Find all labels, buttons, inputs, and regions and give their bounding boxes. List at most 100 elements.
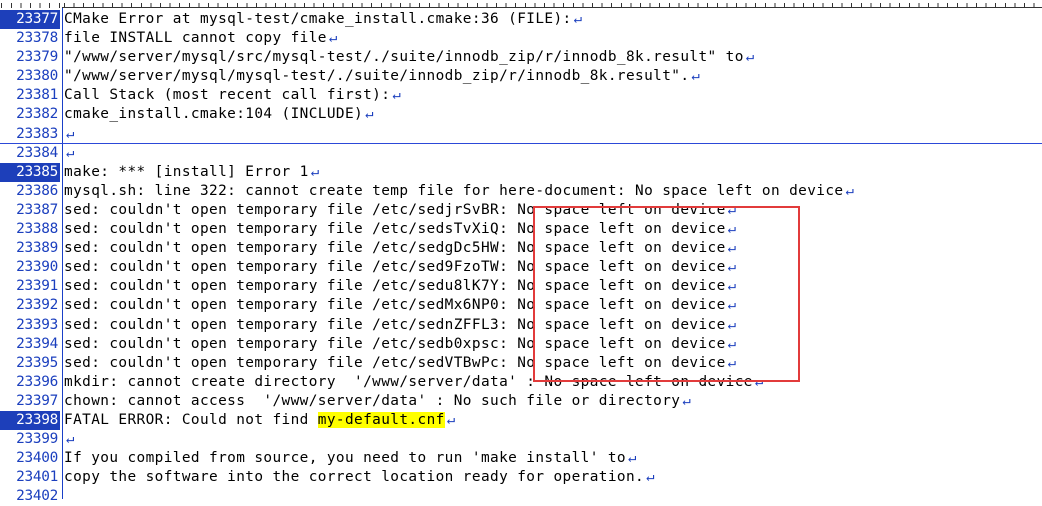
editor-line[interactable]: 23398 FATAL ERROR: Could not find my-defa… xyxy=(0,410,1042,431)
line-text: "/www/server/mysql/mysql-test/./suite/in… xyxy=(64,67,700,86)
editor-line[interactable]: 23384 ↵ xyxy=(0,144,1042,163)
newline-icon: ↵ xyxy=(727,259,737,276)
newline-icon: ↵ xyxy=(727,354,737,371)
newline-icon: ↵ xyxy=(66,431,75,448)
line-number: 23378 xyxy=(16,30,58,47)
line-text-content: sed: couldn't open temporary file /etc/s… xyxy=(64,240,726,257)
line-text-content: make: *** [install] Error 1 xyxy=(64,163,309,180)
line-text-content: sed: couldn't open temporary file /etc/s… xyxy=(64,201,726,218)
line-text-content: FATAL ERROR: Could not find xyxy=(64,411,318,428)
line-number: 23383 xyxy=(16,125,58,142)
text-editor[interactable]: 23377 CMake Error at mysql-test/cmake_ins… xyxy=(0,10,1042,506)
editor-line[interactable]: 23393 sed: couldn't open temporary file /… xyxy=(0,316,1042,335)
newline-icon: ↵ xyxy=(727,240,737,257)
line-number: 23395 xyxy=(16,354,58,371)
newline-icon: ↵ xyxy=(727,297,737,314)
editor-line[interactable]: 23379 "/www/server/mysql/src/mysql-test/.… xyxy=(0,48,1042,67)
line-number: 23397 xyxy=(16,392,58,409)
editor-line[interactable]: 23401 copy the software into the correct … xyxy=(0,468,1042,487)
editor-line[interactable]: 23377 CMake Error at mysql-test/cmake_ins… xyxy=(0,10,1042,30)
line-number: 23389 xyxy=(16,240,58,257)
line-text: sed: couldn't open temporary file /etc/s… xyxy=(64,296,737,315)
newline-icon: ↵ xyxy=(66,125,75,142)
editor-line[interactable]: 23391 sed: couldn't open temporary file /… xyxy=(0,277,1042,296)
line-number: 23399 xyxy=(16,431,58,448)
line-text: sed: couldn't open temporary file /etc/s… xyxy=(64,201,737,220)
newline-icon: ↵ xyxy=(328,30,338,47)
newline-icon: ↵ xyxy=(573,11,583,27)
line-text: ↵ xyxy=(64,144,75,163)
line-text: "/www/server/mysql/src/mysql-test/./suit… xyxy=(64,48,755,67)
line-number: 23392 xyxy=(16,297,58,314)
newline-icon: ↵ xyxy=(727,316,737,333)
editor-line[interactable]: 23380 "/www/server/mysql/mysql-test/./sui… xyxy=(0,67,1042,86)
newline-icon: ↵ xyxy=(682,392,692,409)
line-text: sed: couldn't open temporary file /etc/s… xyxy=(64,335,737,354)
column-ruler xyxy=(0,0,1042,8)
editor-line[interactable]: 23383 ↵ xyxy=(0,125,1042,144)
line-number: 23402 xyxy=(16,488,58,505)
editor-line[interactable]: 23389 sed: couldn't open temporary file /… xyxy=(0,239,1042,258)
newline-icon: ↵ xyxy=(727,201,737,218)
editor-line[interactable]: 23388 sed: couldn't open temporary file /… xyxy=(0,220,1042,239)
line-number: 23382 xyxy=(16,106,58,123)
editor-line[interactable]: 23386 mysql.sh: line 322: cannot create t… xyxy=(0,182,1042,201)
line-text: mysql.sh: line 322: cannot create temp f… xyxy=(64,182,854,201)
editor-line[interactable]: 23400 If you compiled from source, you ne… xyxy=(0,449,1042,468)
line-text: sed: couldn't open temporary file /etc/s… xyxy=(64,316,737,335)
editor-line[interactable]: 23397 chown: cannot access '/www/server/d… xyxy=(0,392,1042,411)
newline-icon: ↵ xyxy=(66,144,75,161)
line-text-content: "/www/server/mysql/src/mysql-test/./suit… xyxy=(64,49,744,66)
line-text-content: sed: couldn't open temporary file /etc/s… xyxy=(64,297,726,314)
line-number: 23401 xyxy=(16,469,58,486)
editor-line[interactable]: 23395 sed: couldn't open temporary file /… xyxy=(0,354,1042,373)
line-text-content: sed: couldn't open temporary file /etc/s… xyxy=(64,221,726,238)
line-text: sed: couldn't open temporary file /etc/s… xyxy=(64,258,737,277)
newline-icon: ↵ xyxy=(745,49,755,66)
editor-line[interactable]: 23382 cmake_install.cmake:104 (INCLUDE) ↵ xyxy=(0,105,1042,124)
line-text: CMake Error at mysql-test/cmake_install.… xyxy=(64,10,582,29)
newline-icon: ↵ xyxy=(727,335,737,352)
editor-line[interactable]: 23378 file INSTALL cannot copy file ↵ xyxy=(0,29,1042,48)
line-text: copy the software into the correct locat… xyxy=(64,468,655,487)
newline-icon: ↵ xyxy=(392,87,402,104)
line-text: sed: couldn't open temporary file /etc/s… xyxy=(64,354,737,373)
line-number: 23380 xyxy=(16,68,58,85)
editor-line[interactable]: 23385 make: *** [install] Error 1 ↵ xyxy=(0,162,1042,182)
line-number: 23387 xyxy=(16,201,58,218)
editor-line[interactable]: 23390 sed: couldn't open temporary file /… xyxy=(0,258,1042,277)
line-text-content: cmake_install.cmake:104 (INCLUDE) xyxy=(64,106,364,123)
line-text: sed: couldn't open temporary file /etc/s… xyxy=(64,220,737,239)
line-text-content: sed: couldn't open temporary file /etc/s… xyxy=(64,335,726,352)
line-text-content: sed: couldn't open temporary file /etc/s… xyxy=(64,316,726,333)
editor-line[interactable]: 23394 sed: couldn't open temporary file /… xyxy=(0,335,1042,354)
editor-line[interactable]: 23396 mkdir: cannot create directory '/ww… xyxy=(0,373,1042,392)
line-text: If you compiled from source, you need to… xyxy=(64,449,637,468)
line-text-content: file INSTALL cannot copy file xyxy=(64,30,327,47)
editor-line[interactable]: 23387 sed: couldn't open temporary file /… xyxy=(0,201,1042,220)
line-text: ↵ xyxy=(64,430,75,449)
editor-line[interactable]: 23381 Call Stack (most recent call first)… xyxy=(0,86,1042,105)
line-number: 23390 xyxy=(16,259,58,276)
editor-line[interactable]: 23402 xyxy=(0,487,1042,506)
line-text-content: sed: couldn't open temporary file /etc/s… xyxy=(64,354,726,371)
line-number: 23391 xyxy=(16,278,58,295)
line-text-content: Call Stack (most recent call first): xyxy=(64,87,391,104)
line-number: 23396 xyxy=(16,373,58,390)
editor-line[interactable]: 23392 sed: couldn't open temporary file /… xyxy=(0,296,1042,315)
line-text: mkdir: cannot create directory '/www/ser… xyxy=(64,373,764,392)
newline-icon: ↵ xyxy=(446,411,456,428)
line-text-content: CMake Error at mysql-test/cmake_install.… xyxy=(64,11,572,27)
line-text: Call Stack (most recent call first): ↵ xyxy=(64,86,401,105)
line-number: 23385 xyxy=(0,162,60,182)
newline-icon: ↵ xyxy=(845,182,855,199)
line-text-content: mkdir: cannot create directory '/www/ser… xyxy=(64,373,753,390)
newline-icon: ↵ xyxy=(727,278,737,295)
editor-line[interactable]: 23399 ↵ xyxy=(0,430,1042,449)
line-text: cmake_install.cmake:104 (INCLUDE) ↵ xyxy=(64,105,374,124)
newline-icon: ↵ xyxy=(754,373,764,390)
line-text: sed: couldn't open temporary file /etc/s… xyxy=(64,277,737,296)
line-text-content: "/www/server/mysql/mysql-test/./suite/in… xyxy=(64,68,690,85)
line-text-content: copy the software into the correct locat… xyxy=(64,469,645,486)
line-number: 23388 xyxy=(16,221,58,238)
